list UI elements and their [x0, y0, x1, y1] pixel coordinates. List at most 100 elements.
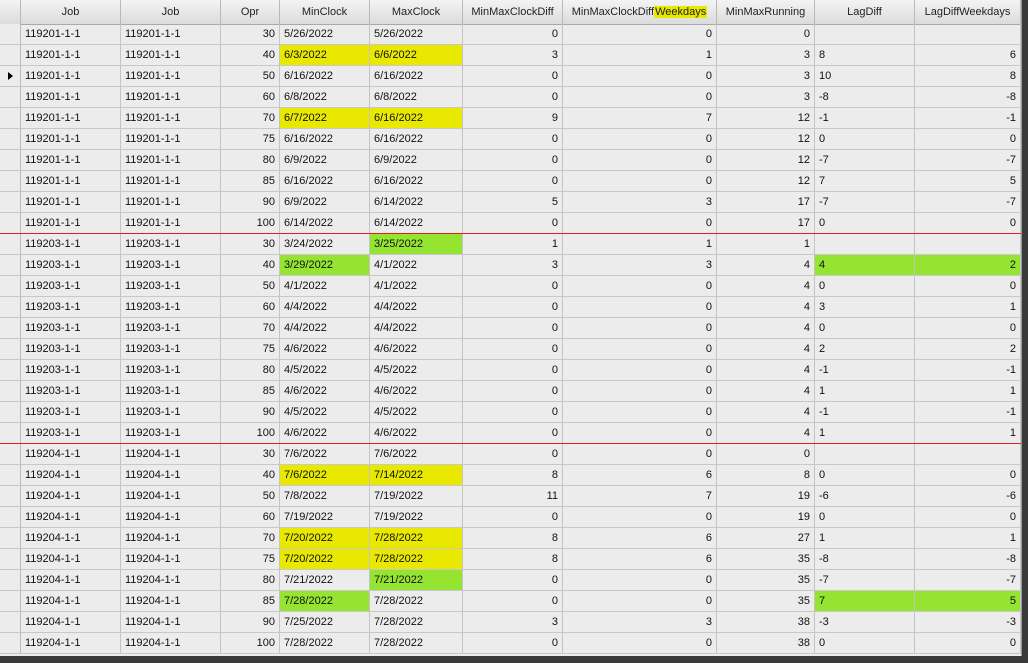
cell-lagdiffweekdays[interactable]: 5	[915, 171, 1021, 192]
cell-minmaxclockdiff[interactable]: 0	[463, 402, 563, 423]
cell-maxclock[interactable]: 7/19/2022	[370, 486, 463, 507]
cell-job-2[interactable]: 119203-1-1	[121, 255, 221, 276]
column-header-minclock[interactable]: MinClock	[280, 0, 370, 24]
table-row[interactable]: 119204-1-1 119204-1-1 85 7/28/2022 7/28/2022…	[0, 591, 1021, 612]
cell-minmaxclockdiff[interactable]: 3	[463, 45, 563, 66]
table-row[interactable]: 119204-1-1 119204-1-1 30 7/6/2022 7/6/2022 0 0…	[0, 444, 1021, 465]
cell-opr[interactable]: 30	[221, 24, 280, 45]
row-selector[interactable]	[0, 339, 21, 360]
cell-lagdiff[interactable]: -3	[815, 612, 915, 633]
cell-lagdiffweekdays[interactable]: -3	[915, 612, 1021, 633]
cell-lagdiffweekdays[interactable]: 1	[915, 297, 1021, 318]
row-selector[interactable]	[0, 192, 21, 213]
cell-job[interactable]: 119201-1-1	[21, 213, 121, 234]
cell-opr[interactable]: 30	[221, 444, 280, 465]
table-row[interactable]: 119203-1-1 119203-1-1 60 4/4/2022 4/4/2022 0 0…	[0, 297, 1021, 318]
cell-job[interactable]: 119203-1-1	[21, 276, 121, 297]
cell-maxclock[interactable]: 7/28/2022	[370, 612, 463, 633]
cell-opr[interactable]: 75	[221, 129, 280, 150]
cell-maxclock[interactable]: 4/4/2022	[370, 297, 463, 318]
table-row[interactable]: 119204-1-1 119204-1-1 40 7/6/2022 7/14/2022 8…	[0, 465, 1021, 486]
cell-lagdiff[interactable]: 0	[815, 465, 915, 486]
column-header-job-2[interactable]: Job	[121, 0, 221, 24]
cell-job[interactable]: 119201-1-1	[21, 66, 121, 87]
cell-minmaxclockdiff[interactable]: 0	[463, 444, 563, 465]
cell-minmaxclockdiff[interactable]: 0	[463, 507, 563, 528]
table-row[interactable]: 119201-1-1 119201-1-1 90 6/9/2022 6/14/2022 5…	[0, 192, 1021, 213]
cell-lagdiffweekdays[interactable]: 2	[915, 339, 1021, 360]
cell-lagdiffweekdays[interactable]: 0	[915, 318, 1021, 339]
cell-minclock[interactable]: 4/5/2022	[280, 360, 370, 381]
cell-job-2[interactable]: 119203-1-1	[121, 360, 221, 381]
cell-job[interactable]: 119203-1-1	[21, 381, 121, 402]
cell-lagdiffweekdays[interactable]: 2	[915, 255, 1021, 276]
cell-job-2[interactable]: 119203-1-1	[121, 297, 221, 318]
cell-minmaxrunning[interactable]: 19	[717, 486, 815, 507]
cell-minclock[interactable]: 7/6/2022	[280, 465, 370, 486]
table-row[interactable]: 119203-1-1 119203-1-1 80 4/5/2022 4/5/2022 0 0…	[0, 360, 1021, 381]
cell-maxclock[interactable]: 7/28/2022	[370, 633, 463, 654]
cell-minclock[interactable]: 6/16/2022	[280, 66, 370, 87]
cell-job[interactable]: 119204-1-1	[21, 570, 121, 591]
cell-opr[interactable]: 50	[221, 66, 280, 87]
cell-lagdiffweekdays[interactable]: -7	[915, 570, 1021, 591]
cell-lagdiffweekdays[interactable]: -1	[915, 108, 1021, 129]
cell-minmaxclockdiff[interactable]: 0	[463, 24, 563, 45]
cell-minmaxclockdiff[interactable]: 0	[463, 171, 563, 192]
cell-minclock[interactable]: 6/3/2022	[280, 45, 370, 66]
cell-minmaxclockdiffweekdays[interactable]: 6	[563, 549, 717, 570]
cell-lagdiff[interactable]: 1	[815, 423, 915, 444]
cell-minmaxrunning[interactable]: 4	[717, 360, 815, 381]
cell-minmaxclockdiff[interactable]: 9	[463, 108, 563, 129]
cell-opr[interactable]: 90	[221, 402, 280, 423]
cell-minclock[interactable]: 6/7/2022	[280, 108, 370, 129]
table-row[interactable]: 119203-1-1 119203-1-1 100 4/6/2022 4/6/2022 0…	[0, 423, 1021, 444]
cell-minmaxclockdiffweekdays[interactable]: 1	[563, 234, 717, 255]
cell-job-2[interactable]: 119201-1-1	[121, 129, 221, 150]
cell-maxclock[interactable]: 4/1/2022	[370, 255, 463, 276]
cell-lagdiffweekdays[interactable]: 8	[915, 66, 1021, 87]
cell-minmaxclockdiffweekdays[interactable]: 0	[563, 171, 717, 192]
row-selector[interactable]	[0, 570, 21, 591]
cell-job[interactable]: 119204-1-1	[21, 549, 121, 570]
cell-maxclock[interactable]: 6/9/2022	[370, 150, 463, 171]
cell-minmaxclockdiffweekdays[interactable]: 0	[563, 381, 717, 402]
cell-job-2[interactable]: 119201-1-1	[121, 45, 221, 66]
cell-maxclock[interactable]: 7/28/2022	[370, 591, 463, 612]
table-row[interactable]: 119204-1-1 119204-1-1 90 7/25/2022 7/28/2022…	[0, 612, 1021, 633]
cell-job[interactable]: 119201-1-1	[21, 45, 121, 66]
cell-maxclock[interactable]: 6/16/2022	[370, 66, 463, 87]
cell-lagdiffweekdays[interactable]: 5	[915, 591, 1021, 612]
cell-opr[interactable]: 40	[221, 465, 280, 486]
cell-minmaxclockdiffweekdays[interactable]: 3	[563, 612, 717, 633]
cell-minmaxrunning[interactable]: 8	[717, 465, 815, 486]
cell-minmaxrunning[interactable]: 38	[717, 633, 815, 654]
row-selector[interactable]	[0, 612, 21, 633]
cell-lagdiffweekdays[interactable]	[915, 24, 1021, 45]
cell-job[interactable]: 119203-1-1	[21, 423, 121, 444]
cell-lagdiffweekdays[interactable]: -1	[915, 402, 1021, 423]
cell-opr[interactable]: 70	[221, 528, 280, 549]
cell-minmaxclockdiff[interactable]: 0	[463, 591, 563, 612]
cell-minmaxclockdiff[interactable]: 0	[463, 129, 563, 150]
table-row[interactable]: 119203-1-1 119203-1-1 30 3/24/2022 3/25/2022…	[0, 234, 1021, 255]
cell-minmaxclockdiff[interactable]: 8	[463, 549, 563, 570]
row-selector[interactable]	[0, 87, 21, 108]
cell-minmaxrunning[interactable]: 12	[717, 171, 815, 192]
cell-minmaxrunning[interactable]: 17	[717, 192, 815, 213]
cell-minclock[interactable]: 7/8/2022	[280, 486, 370, 507]
cell-lagdiff[interactable]: -1	[815, 360, 915, 381]
cell-lagdiff[interactable]: -6	[815, 486, 915, 507]
cell-job[interactable]: 119204-1-1	[21, 633, 121, 654]
table-row[interactable]: 119204-1-1 119204-1-1 70 7/20/2022 7/28/2022…	[0, 528, 1021, 549]
cell-opr[interactable]: 100	[221, 423, 280, 444]
cell-lagdiff[interactable]	[815, 234, 915, 255]
cell-minclock[interactable]: 6/9/2022	[280, 192, 370, 213]
cell-lagdiffweekdays[interactable]: 1	[915, 423, 1021, 444]
cell-minclock[interactable]: 7/20/2022	[280, 528, 370, 549]
cell-minclock[interactable]: 6/16/2022	[280, 129, 370, 150]
cell-maxclock[interactable]: 6/16/2022	[370, 108, 463, 129]
table-row[interactable]: 119201-1-1 119201-1-1 70 6/7/2022 6/16/2022 9…	[0, 108, 1021, 129]
cell-minmaxrunning[interactable]: 27	[717, 528, 815, 549]
cell-lagdiff[interactable]: -8	[815, 87, 915, 108]
